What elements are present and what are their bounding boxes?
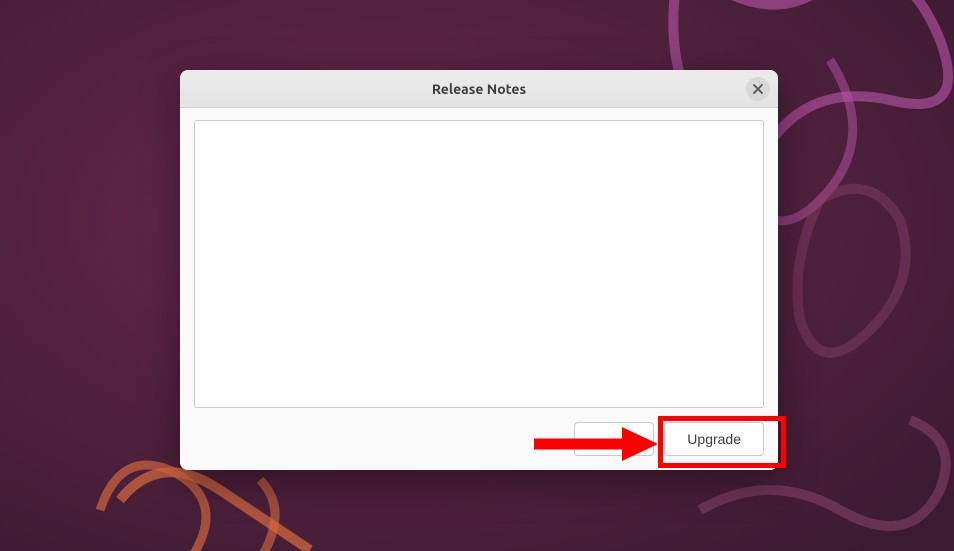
close-button[interactable] — [746, 77, 770, 101]
release-notes-content[interactable] — [194, 120, 764, 408]
dialog-button-row: Upgrade — [194, 422, 764, 456]
release-notes-dialog: Release Notes Upgrade — [180, 70, 778, 470]
dialog-body: Upgrade — [180, 108, 778, 470]
secondary-button[interactable] — [574, 422, 654, 456]
close-icon — [753, 82, 763, 96]
dialog-title: Release Notes — [432, 81, 526, 97]
upgrade-button[interactable]: Upgrade — [664, 422, 764, 456]
dialog-titlebar: Release Notes — [180, 70, 778, 108]
